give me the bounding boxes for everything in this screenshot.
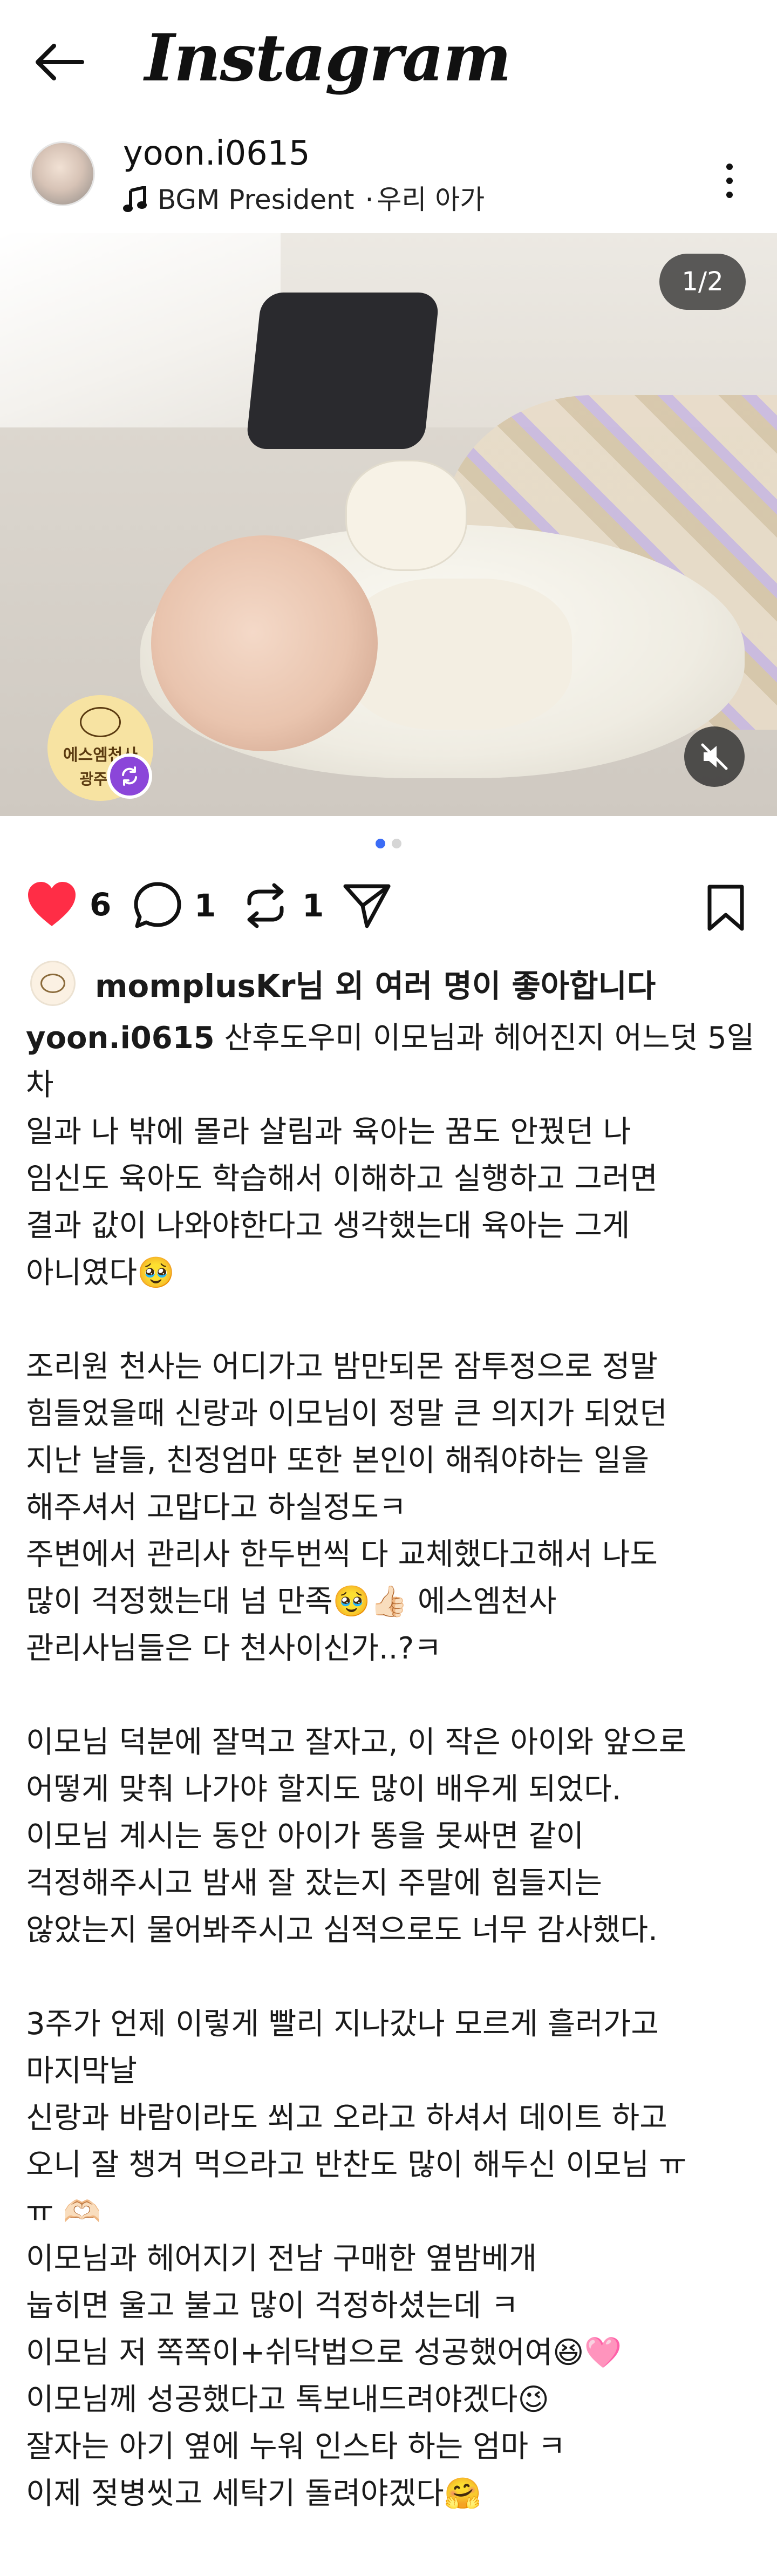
- post-location: 우리 아가: [377, 184, 485, 215]
- photo-window: [0, 233, 281, 427]
- back-button[interactable]: [32, 38, 92, 86]
- share-button[interactable]: [342, 881, 392, 930]
- speaker-muted-icon: [701, 743, 728, 770]
- author-avatar[interactable]: [30, 141, 95, 206]
- send-icon: [343, 884, 391, 928]
- music-row[interactable]: BGM President · 우리 아가: [123, 182, 485, 217]
- author-username[interactable]: yoon.i0615: [123, 132, 310, 175]
- photo-chair: [245, 293, 440, 449]
- collab-badge[interactable]: [107, 753, 152, 799]
- more-dot-icon: [726, 164, 733, 170]
- comment-icon: [134, 882, 181, 928]
- location-separator: ·: [365, 184, 374, 215]
- back-arrow-icon: [36, 44, 84, 80]
- photo-baby-body: [345, 579, 572, 730]
- more-dot-icon: [726, 178, 733, 184]
- brand-face-icon: [80, 707, 121, 737]
- comment-button[interactable]: 1: [133, 881, 216, 930]
- top-bar: Instagram: [0, 0, 777, 125]
- caption-author[interactable]: yoon.i0615: [26, 1021, 215, 1056]
- post-header: [0, 125, 777, 233]
- bookmark-icon: [707, 885, 744, 931]
- app-title: Instagram: [145, 20, 512, 96]
- mute-button[interactable]: [684, 726, 745, 787]
- music-title: BGM President: [158, 184, 355, 215]
- save-button[interactable]: [701, 881, 750, 935]
- photo-baby-head: [151, 535, 378, 751]
- more-dot-icon: [726, 192, 733, 198]
- heart-filled-icon: [28, 882, 76, 926]
- repost-button[interactable]: 1: [241, 881, 324, 930]
- music-note-icon: [123, 186, 147, 212]
- comments-count: 1: [194, 887, 216, 924]
- carousel-dot-active: [376, 839, 385, 848]
- collab-icon: [122, 766, 137, 786]
- likes-count: 6: [90, 886, 112, 923]
- carousel-indicator: [0, 839, 777, 855]
- photo-baby-hand: [345, 460, 467, 571]
- post-caption: yoon.i0615 산후도우미 이모님과 헤어진지 어느덧 5일차 일과 나 …: [26, 1015, 760, 2517]
- likes-summary-row[interactable]: momplusKr님 외 여러 명이 좋아합니다: [30, 961, 656, 1006]
- caption-body: 일과 나 밖에 몰라 살림과 육아는 꿈도 안꿨던 나 임신도 육아도 학습해서…: [26, 1114, 687, 2511]
- repost-icon: [247, 883, 284, 928]
- media-counter: 1/2: [659, 254, 746, 310]
- like-button[interactable]: 6: [26, 881, 111, 928]
- likes-summary-text: momplusKr님 외 여러 명이 좋아합니다: [95, 968, 656, 1004]
- carousel-dot: [392, 839, 401, 848]
- liker-avatar: [30, 961, 76, 1006]
- more-options-button[interactable]: [713, 157, 746, 205]
- reposts-count: 1: [302, 887, 324, 924]
